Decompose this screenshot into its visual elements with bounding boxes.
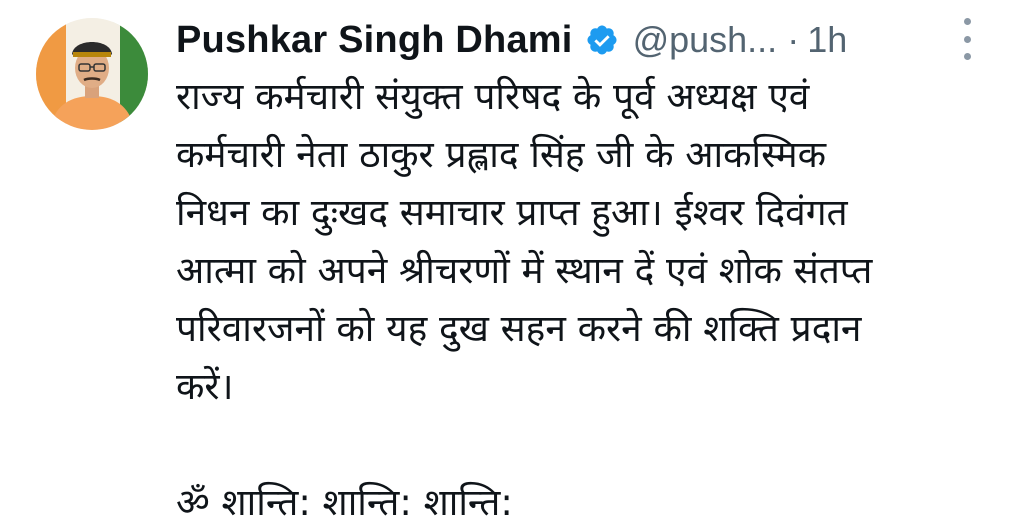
timestamp[interactable]: 1h <box>807 19 847 61</box>
tweet-card[interactable]: Pushkar Singh Dhami @push... · 1h राज्य … <box>0 0 1024 526</box>
tweet-closing-line: ॐ शान्ति: शान्ति: शान्ति: <box>176 481 513 524</box>
author-name[interactable]: Pushkar Singh Dhami <box>176 19 573 62</box>
paragraph-break <box>176 416 996 474</box>
avatar-image <box>36 18 148 130</box>
tweet-text-line: राज्य कर्मचारी संयुक्त परिषद के पूर्व अध… <box>176 75 810 118</box>
tweet-text-line: परिवारजनों को यह दुख सहन करने की शक्ति प… <box>176 307 862 350</box>
tweet-header: Pushkar Singh Dhami @push... · 1h <box>176 12 847 68</box>
tweet-text-line: आत्मा को अपने श्रीचरणों में स्थान दें एव… <box>176 249 873 292</box>
tweet-text: राज्य कर्मचारी संयुक्त परिषद के पूर्व अध… <box>176 68 996 532</box>
verified-badge-icon <box>585 23 619 57</box>
avatar[interactable] <box>36 18 148 130</box>
author-handle[interactable]: @push... <box>633 19 778 61</box>
tweet-text-line: कर्मचारी नेता ठाकुर प्रह्लाद सिंह जी के … <box>176 133 827 176</box>
separator-dot: · <box>787 19 800 60</box>
tweet-text-line: करें। <box>176 365 234 408</box>
more-vertical-icon[interactable] <box>952 14 982 64</box>
tweet-text-line: निधन का दुःखद समाचार प्राप्त हुआ। ईश्वर … <box>176 191 848 234</box>
